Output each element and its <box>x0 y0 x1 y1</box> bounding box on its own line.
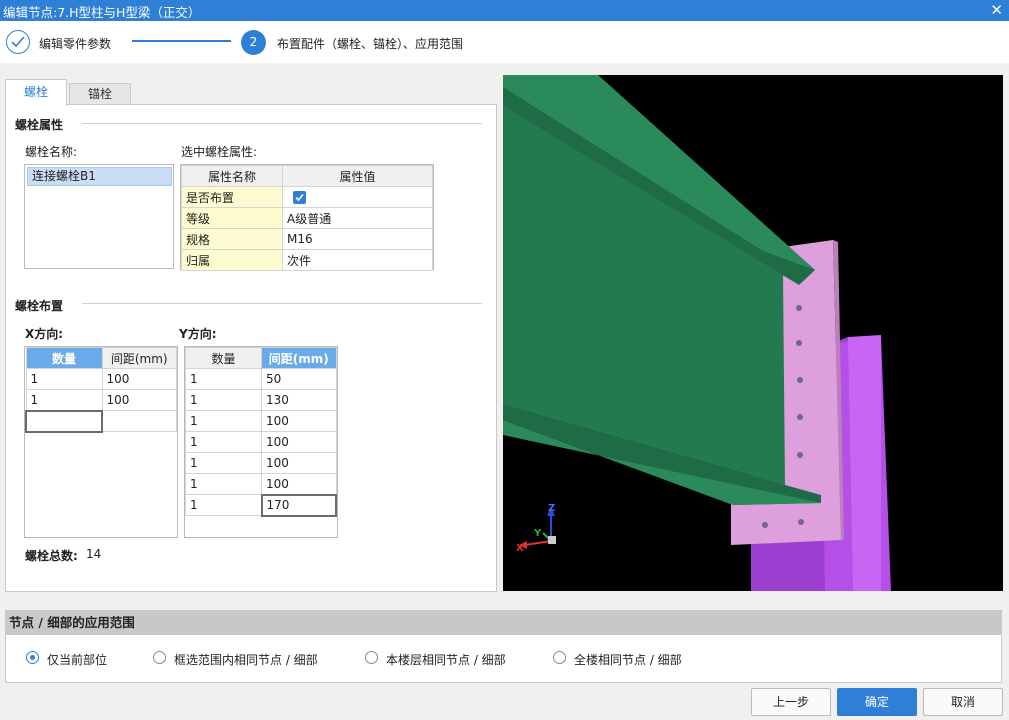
list-item[interactable]: 连接螺栓B1 <box>27 167 172 186</box>
column-header[interactable]: 间距(mm) <box>261 347 337 369</box>
step2-label: 布置配件（螺栓、锚栓）、应用范围 <box>277 37 464 51</box>
prop-name: 是否布置 <box>181 186 283 208</box>
table-row: 是否布置 <box>181 186 433 208</box>
table-row: 1 130 <box>185 389 337 411</box>
x-direction-grid: 数量 间距(mm) 1 100 1 100 <box>25 347 177 433</box>
tab-anchor-bolts[interactable]: 锚栓 <box>69 83 131 105</box>
cell-spacing[interactable]: 100 <box>261 431 337 453</box>
section-divider <box>82 123 482 124</box>
table-row: 1 100 <box>185 473 337 495</box>
prop-value[interactable]: 次件 <box>282 249 433 271</box>
radio-current-only[interactable] <box>26 651 39 664</box>
radio-label[interactable]: 框选范围内相同节点 / 细部 <box>174 651 318 668</box>
bolt-total-value: 14 <box>86 547 102 561</box>
bolt-total-label: 螺栓总数: <box>25 549 78 563</box>
radio-label[interactable]: 仅当前部位 <box>47 651 107 668</box>
axis-label-y: Y <box>533 528 542 539</box>
step-connector <box>132 40 231 42</box>
cell-count[interactable]: 1 <box>185 389 262 411</box>
new-row-cell[interactable] <box>101 410 177 432</box>
table-row: 等级 A级普通 <box>181 207 433 229</box>
column-header[interactable]: 间距(mm) <box>101 347 177 369</box>
3d-viewport[interactable]: Z Y X <box>503 75 1003 591</box>
cell-spacing[interactable]: 100 <box>261 410 337 432</box>
3d-model: Z Y X <box>503 75 891 591</box>
cell-count[interactable]: 1 <box>185 452 262 474</box>
table-row: 规格 M16 <box>181 228 433 250</box>
cell-count[interactable]: 1 <box>25 389 103 411</box>
radio-selection-range[interactable] <box>153 651 166 664</box>
cell-count[interactable]: 1 <box>185 473 262 495</box>
cell-spacing[interactable]: 100 <box>261 473 337 495</box>
new-row-cell[interactable] <box>25 409 103 433</box>
radio-same-floor[interactable] <box>365 651 378 664</box>
cell-spacing[interactable]: 170 <box>260 493 337 517</box>
y-direction-grid: 数量 间距(mm) 1 50 1 130 1 100 1 100 1 100 1 100 1… <box>185 347 337 517</box>
ok-button[interactable]: 确定 <box>837 688 917 716</box>
bolt-properties-title: 螺栓属性 <box>15 118 64 132</box>
section-divider <box>82 303 482 304</box>
table-row: 1 100 <box>185 431 337 453</box>
window-title: 编辑节点:7.H型柱与H型梁（正交） <box>3 5 201 20</box>
prop-name: 等级 <box>181 207 283 229</box>
bolt-layout-title: 螺栓布置 <box>15 299 64 313</box>
cell-spacing[interactable]: 130 <box>261 389 337 411</box>
step-complete-check-icon[interactable] <box>6 30 30 54</box>
table-row: 1 100 <box>185 410 337 432</box>
step1-label[interactable]: 编辑零件参数 <box>39 35 111 52</box>
selected-bolt-props-label: 选中螺栓属性: <box>181 145 258 159</box>
cell-spacing[interactable]: 100 <box>261 452 337 474</box>
prev-button[interactable]: 上一步 <box>751 688 831 716</box>
cell-count[interactable]: 1 <box>185 410 262 432</box>
cell-count[interactable]: 1 <box>185 494 262 516</box>
cancel-button[interactable]: 取消 <box>923 688 1003 716</box>
axis-label-z: Z <box>548 503 555 514</box>
cell-spacing[interactable]: 100 <box>101 368 177 390</box>
x-direction-label: X方向: <box>25 327 64 341</box>
tab-bolts[interactable]: 螺栓 <box>5 79 67 106</box>
cell-count[interactable]: 1 <box>25 368 103 390</box>
prop-value[interactable]: A级普通 <box>282 207 433 229</box>
y-direction-label: Y方向: <box>179 327 217 341</box>
column-header[interactable]: 数量 <box>25 347 103 369</box>
scope-header: 节点 / 细部的应用范围 <box>5 610 1002 635</box>
bolt-name-label: 螺栓名称: <box>25 145 78 159</box>
table-row: 1 50 <box>185 368 337 390</box>
table-row: 1 100 <box>25 368 177 390</box>
table-row: 1 100 <box>185 452 337 474</box>
column-header[interactable]: 数量 <box>185 347 262 369</box>
checkbox-checked-icon[interactable] <box>293 191 306 204</box>
prop-value-checkbox-cell[interactable] <box>282 186 433 208</box>
radio-label[interactable]: 本楼层相同节点 / 细部 <box>386 651 506 668</box>
table-row: 1 100 <box>25 389 177 411</box>
bolt-name-list[interactable]: 连接螺栓B1 <box>24 164 174 269</box>
step2-number-badge: 2 <box>241 30 266 55</box>
close-icon[interactable]: ✕ <box>990 1 1003 19</box>
table-row: 归属 次件 <box>181 249 433 271</box>
prop-name: 归属 <box>181 249 283 271</box>
axis-label-x: X <box>516 543 524 554</box>
prop-value[interactable]: M16 <box>282 228 433 250</box>
title-bar: 编辑节点:7.H型柱与H型梁（正交） ✕ <box>0 0 1009 21</box>
cell-count[interactable]: 1 <box>185 431 262 453</box>
cell-spacing[interactable]: 50 <box>261 368 337 390</box>
column-header: 属性名称 <box>181 165 283 187</box>
wizard-steps: 编辑零件参数 2 布置配件（螺栓、锚栓）、应用范围 <box>0 21 1009 63</box>
radio-whole-building[interactable] <box>553 651 566 664</box>
cell-spacing[interactable]: 100 <box>101 389 177 411</box>
table-row-new <box>25 409 177 433</box>
radio-label[interactable]: 全楼相同节点 / 细部 <box>574 651 682 668</box>
cell-count[interactable]: 1 <box>185 368 262 390</box>
property-grid: 属性名称 属性值 是否布置 等级 A级普通 规格 M16 归属 次件 <box>181 165 433 271</box>
table-row: 1 170 <box>185 493 337 517</box>
prop-name: 规格 <box>181 228 283 250</box>
column-header: 属性值 <box>282 165 433 187</box>
